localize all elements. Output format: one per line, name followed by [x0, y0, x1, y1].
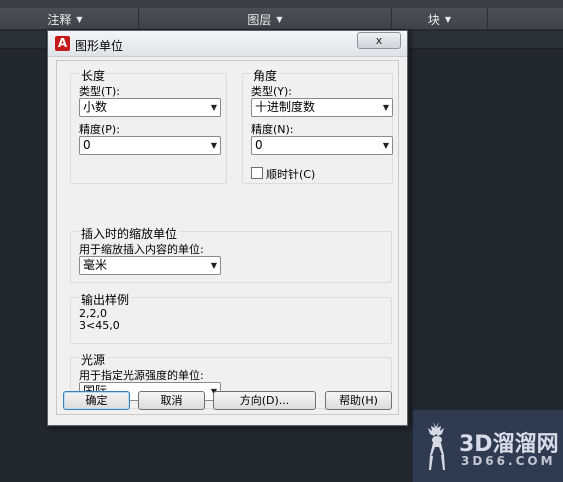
lighting-label: 用于指定光源强度的单位:	[79, 369, 204, 382]
ribbon-panel-layers[interactable]: 图层 ▼	[140, 8, 390, 30]
cancel-button[interactable]: 取消	[138, 391, 205, 410]
dropdown-arrow-icon: ▼	[210, 141, 217, 150]
chevron-down-icon: ▼	[276, 14, 283, 24]
close-button[interactable]: x	[357, 32, 401, 49]
lighting-group-title: 光源	[79, 351, 108, 368]
length-precision-value: 0	[83, 138, 91, 152]
length-type-value: 小数	[83, 100, 108, 114]
ribbon-panel-block[interactable]: 块 ▼	[392, 8, 487, 30]
dialog-titlebar[interactable]: A 图形单位 x	[48, 31, 407, 57]
angle-precision-value: 0	[255, 138, 263, 152]
direction-button[interactable]: 方向(D)...	[213, 391, 316, 410]
autocad-logo-icon: A	[55, 36, 70, 51]
angle-group-title: 角度	[251, 67, 280, 84]
dropdown-arrow-icon: ▼	[210, 261, 217, 270]
chevron-down-icon: ▼	[444, 14, 452, 24]
watermark-subtitle: 3D66.COM	[461, 454, 556, 468]
angle-type-select[interactable]: 十进制度数 ▼	[251, 98, 393, 117]
length-type-select[interactable]: 小数 ▼	[79, 98, 221, 117]
ribbon-panel-label: 块	[427, 12, 440, 27]
angle-type-label: 类型(Y):	[251, 85, 293, 98]
deer-logo-icon	[428, 422, 445, 470]
length-group-title: 长度	[79, 67, 108, 84]
insert-scale-select[interactable]: 毫米 ▼	[79, 256, 221, 275]
sample-output-group: 输出样例 2,2,0 3<45,0	[70, 291, 392, 344]
watermark: 3D溜溜网 3D66.COM	[413, 410, 563, 482]
drawing-units-dialog: A 图形单位 x 长度 类型(T): 小数 ▼ 精度(P): 0 ▼ 角度 类型…	[47, 30, 408, 426]
dropdown-arrow-icon: ▼	[210, 103, 217, 112]
insert-scale-group-title: 插入时的缩放单位	[79, 225, 180, 242]
angle-group: 角度 类型(Y): 十进制度数 ▼ 精度(N): 0 ▼ 顺时针(C)	[242, 67, 393, 184]
dialog-title: 图形单位	[75, 39, 124, 53]
angle-precision-label: 精度(N):	[251, 123, 294, 136]
ribbon-panel-label: 图层	[247, 12, 272, 27]
length-precision-label: 精度(P):	[79, 123, 120, 136]
ribbon-panel-bar: 注释 ▼ 图层 ▼ 块 ▼	[0, 8, 563, 30]
dropdown-arrow-icon: ▼	[382, 103, 389, 112]
ribbon-top-strip	[0, 0, 563, 8]
sample-output-group-title: 输出样例	[79, 291, 132, 308]
sample-line: 3<45,0	[79, 319, 120, 332]
chevron-down-icon: ▼	[76, 14, 83, 24]
angle-precision-select[interactable]: 0 ▼	[251, 136, 393, 155]
clockwise-checkbox[interactable]	[251, 167, 263, 179]
dialog-body: 长度 类型(T): 小数 ▼ 精度(P): 0 ▼ 角度 类型(Y): 十进制度…	[56, 60, 399, 415]
insert-scale-label: 用于缩放插入内容的单位:	[79, 243, 204, 256]
ribbon-divider	[487, 8, 488, 30]
length-type-label: 类型(T):	[79, 85, 121, 98]
ribbon-panel-label: 注释	[47, 12, 72, 27]
ribbon-divider	[138, 8, 139, 30]
ok-button[interactable]: 确定	[63, 391, 130, 410]
insert-scale-value: 毫米	[83, 258, 108, 272]
dropdown-arrow-icon: ▼	[382, 141, 389, 150]
length-precision-select[interactable]: 0 ▼	[79, 136, 221, 155]
insert-scale-group: 插入时的缩放单位 用于缩放插入内容的单位: 毫米 ▼	[70, 225, 392, 283]
ribbon-panel-annotation[interactable]: 注释 ▼	[0, 8, 130, 30]
clockwise-label[interactable]: 顺时针(C)	[266, 166, 315, 182]
help-button[interactable]: 帮助(H)	[325, 391, 392, 410]
angle-type-value: 十进制度数	[255, 100, 316, 114]
length-group: 长度 类型(T): 小数 ▼ 精度(P): 0 ▼	[70, 67, 227, 184]
